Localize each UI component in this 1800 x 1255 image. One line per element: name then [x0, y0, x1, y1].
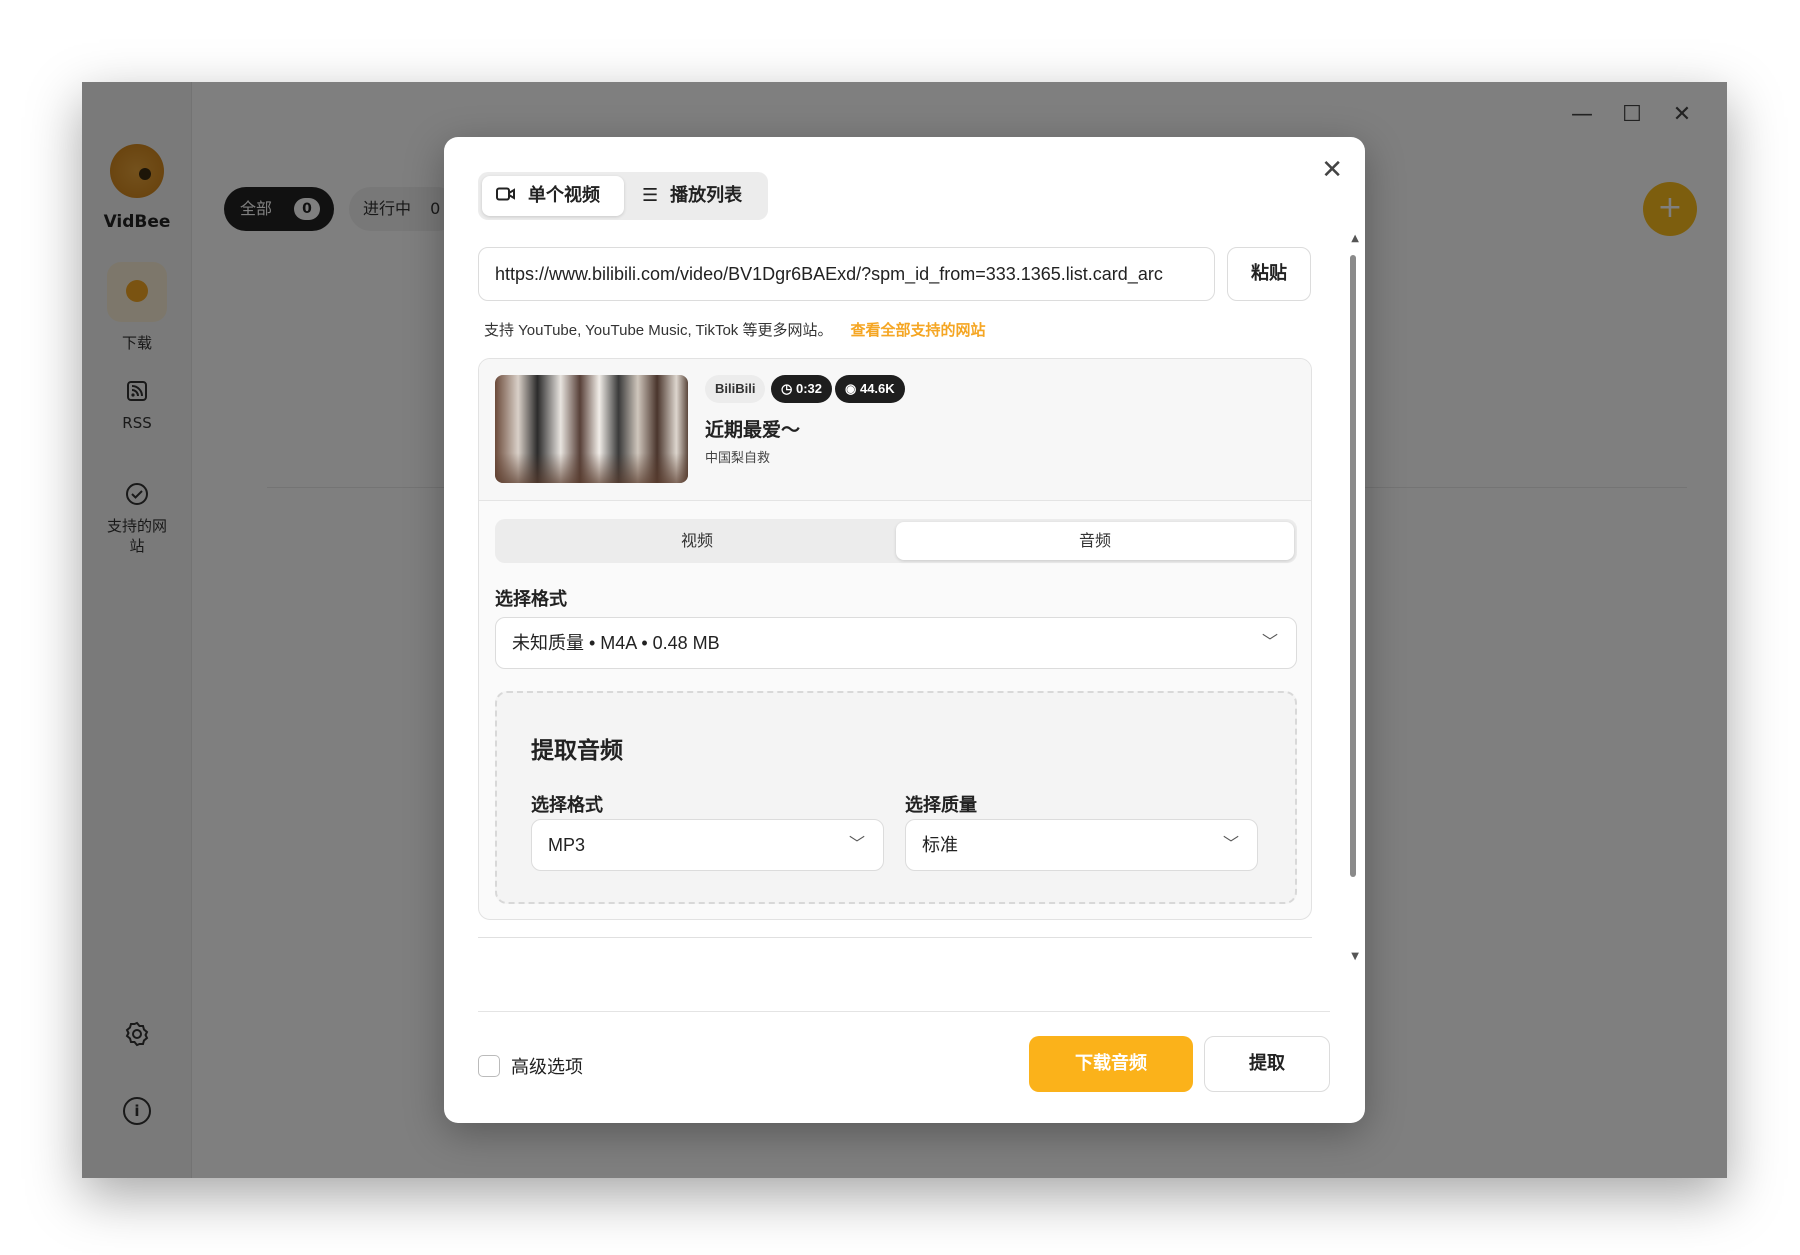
supported-sites-note: 支持 YouTube, YouTube Music, TikTok 等更多网站。…: [484, 319, 986, 340]
extract-format-value: MP3: [548, 835, 586, 855]
chevron-down-icon: ﹀: [848, 836, 865, 853]
video-title: 近期最爱～: [705, 419, 801, 441]
tab-label: 播放列表: [670, 185, 743, 206]
chevron-down-icon: ﹀: [1261, 634, 1278, 651]
supported-sites-link[interactable]: 查看全部支持的网站: [850, 322, 985, 339]
extract-audio-panel: 提取音频 选择格式 MP3 ﹀ 选择质量 标准 ﹀: [495, 691, 1297, 904]
download-dialog: ✕ 单个视频 ☰ 播放列表 https://www.bilibili.com/vi…: [444, 137, 1365, 1123]
format-label: 选择格式: [495, 589, 567, 610]
views-badge: ◉ 44.6K: [835, 375, 905, 403]
extract-format-select[interactable]: MP3 ﹀: [531, 819, 884, 871]
format-value: 未知质量 • M4A • 0.48 MB: [512, 633, 720, 653]
extract-button[interactable]: 提取: [1204, 1036, 1330, 1092]
scroll-up-arrow[interactable]: ▲: [1351, 233, 1359, 244]
extract-format-label: 选择格式: [531, 795, 603, 816]
mode-switch: 单个视频 ☰ 播放列表: [478, 172, 768, 220]
divider: [478, 937, 1312, 938]
support-text: 支持 YouTube, YouTube Music, TikTok 等更多网站。: [484, 322, 833, 339]
video-camera-icon: [496, 176, 516, 216]
download-audio-button[interactable]: 下载音频: [1029, 1036, 1193, 1092]
advanced-options-label[interactable]: 高级选项: [511, 1053, 583, 1079]
chevron-down-icon: ﹀: [1222, 836, 1239, 853]
tab-single-video[interactable]: 单个视频: [482, 176, 624, 216]
footer-divider: [478, 1011, 1330, 1012]
clock-icon: ◷: [781, 381, 796, 396]
video-author: 中国梨自救: [705, 451, 771, 466]
tab-video[interactable]: 视频: [498, 522, 896, 560]
scroll-down-arrow[interactable]: ▼: [1351, 951, 1359, 962]
video-info: BiliBili ◷ 0:32 ◉ 44.6K 近期最爱～ 中国梨自救: [479, 359, 1311, 501]
tab-label: 单个视频: [528, 185, 600, 206]
url-input[interactable]: https://www.bilibili.com/video/BV1Dgr6BA…: [478, 247, 1215, 301]
duration-value: 0:32: [795, 381, 822, 396]
tab-playlist[interactable]: ☰ 播放列表: [628, 176, 764, 216]
format-select[interactable]: 未知质量 • M4A • 0.48 MB ﹀: [495, 617, 1297, 669]
quality-select[interactable]: 标准 ﹀: [905, 819, 1258, 871]
list-icon: ☰: [642, 185, 659, 206]
tab-audio[interactable]: 音频: [896, 522, 1294, 560]
quality-label: 选择质量: [905, 795, 977, 816]
video-thumbnail: [495, 375, 688, 483]
extract-title: 提取音频: [531, 738, 623, 764]
eye-icon: ◉: [845, 381, 860, 396]
source-badge: BiliBili: [705, 375, 766, 403]
close-icon[interactable]: ✕: [1321, 155, 1343, 185]
advanced-options-checkbox[interactable]: [478, 1055, 500, 1077]
video-card: BiliBili ◷ 0:32 ◉ 44.6K 近期最爱～ 中国梨自救 视频 音…: [478, 358, 1312, 920]
duration-badge: ◷ 0:32: [771, 375, 832, 403]
scrollbar-thumb[interactable]: [1350, 255, 1356, 877]
quality-value: 标准: [922, 835, 958, 855]
media-type-tabs: 视频 音频: [495, 519, 1297, 563]
views-value: 44.6K: [859, 381, 895, 396]
clipped-section-text: — — — —: [484, 955, 564, 961]
paste-button[interactable]: 粘贴: [1227, 247, 1311, 301]
